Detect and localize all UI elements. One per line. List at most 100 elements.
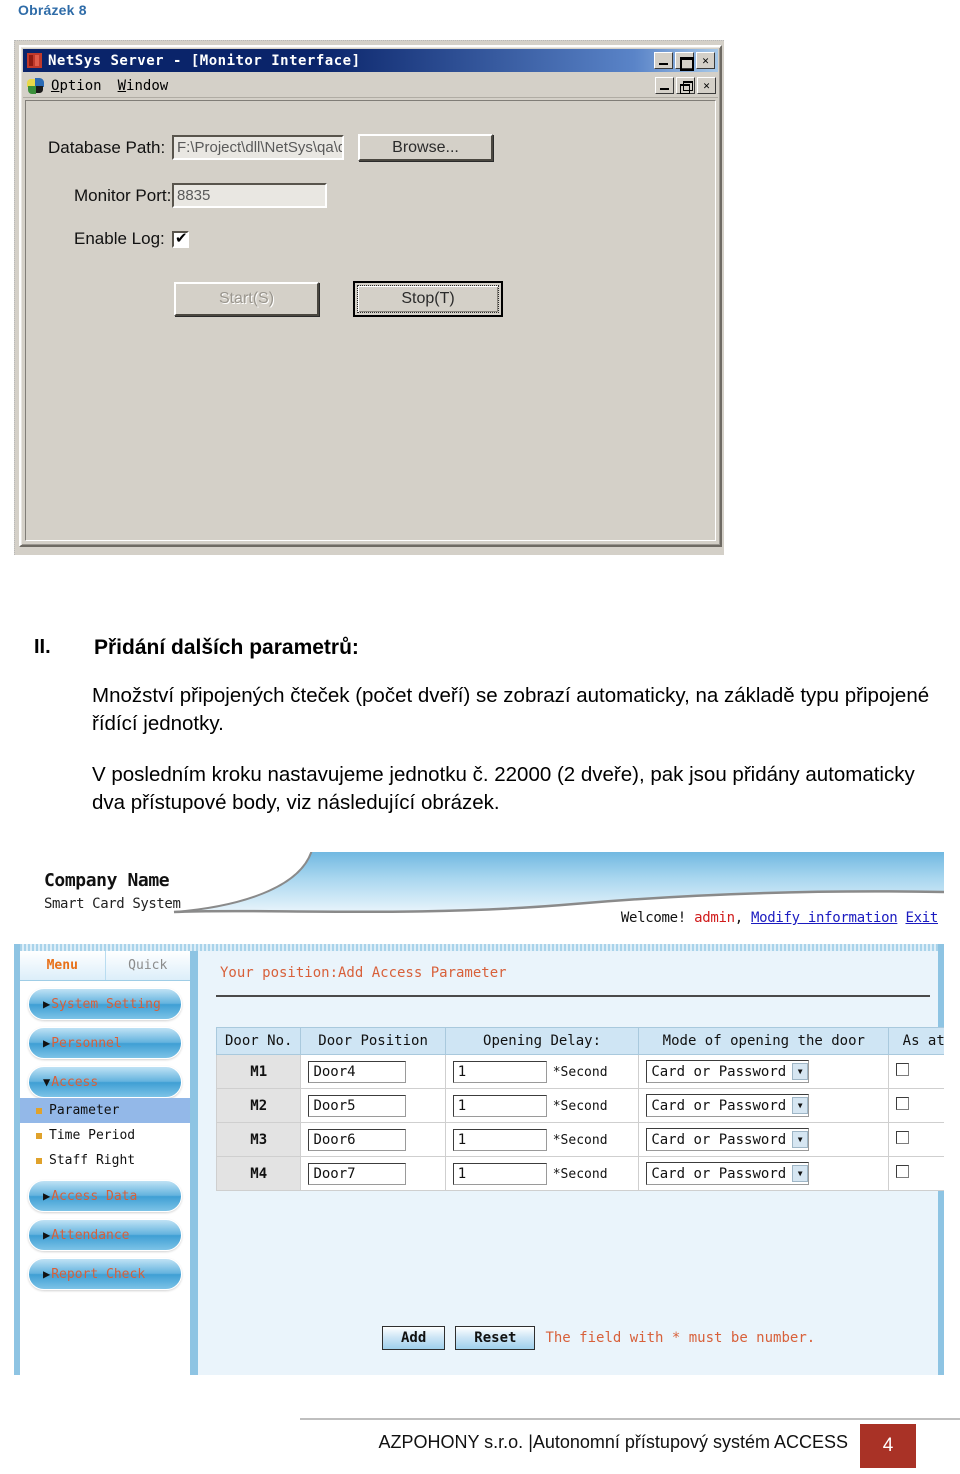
modify-information-link[interactable]: Modify information xyxy=(751,910,898,926)
mode-select-value: Card or Password xyxy=(651,1097,787,1114)
breadcrumb: Your position:Add Access Parameter xyxy=(220,965,507,981)
table-row: M1 Door4 1 *Second Card or Password ▼ xyxy=(215,1054,944,1089)
sidebar-item-parameter[interactable]: Parameter xyxy=(20,1098,190,1123)
sidebar-item-system-setting[interactable]: ▶ System Setting xyxy=(28,988,182,1020)
page-number-badge: 4 xyxy=(860,1424,916,1468)
app-logo-icon xyxy=(27,77,44,94)
form-actions: Add Reset The field with * must be numbe… xyxy=(382,1326,815,1350)
as-attendance-checkbox[interactable] xyxy=(896,1097,910,1110)
as-attendance-checkbox[interactable] xyxy=(896,1165,910,1178)
sidebar-item-attendance[interactable]: ▶ Attendance xyxy=(28,1219,182,1251)
sidebar-item-access[interactable]: ▼ Access xyxy=(28,1066,182,1098)
monitor-port-input[interactable]: 8835 xyxy=(172,183,327,208)
content-panel: Your position:Add Access Parameter Door … xyxy=(206,951,944,1375)
opening-delay-input[interactable]: 1 xyxy=(452,1162,547,1185)
as-attendance-checkbox[interactable] xyxy=(896,1063,910,1076)
welcome-bar: Welcome! admin, Modify information Exit xyxy=(621,910,938,926)
bullet-icon xyxy=(36,1132,42,1139)
tab-quick[interactable]: Quick xyxy=(104,951,190,980)
cell-as-attendance xyxy=(888,1156,944,1191)
sidebar-item-label: Attendance xyxy=(51,1227,130,1243)
door-position-input[interactable]: Door4 xyxy=(308,1060,407,1083)
sidebar-item-staff-right[interactable]: Staff Right xyxy=(20,1148,190,1173)
sidebar-item-report-check[interactable]: ▶ Report Check xyxy=(28,1258,182,1290)
figure-caption: Obrázek 8 xyxy=(18,2,87,18)
cell-mode: Card or Password ▼ xyxy=(638,1054,890,1089)
second-unit-label: *Second xyxy=(552,1064,608,1080)
monitor-port-label: Monitor Port: xyxy=(74,185,172,205)
chevron-right-icon: ▶ xyxy=(43,1189,51,1203)
enable-log-checkbox[interactable] xyxy=(172,229,189,248)
section-title: Přidání dalších parametrů: xyxy=(94,636,359,659)
mdi-window-controls: ✕ xyxy=(655,77,716,94)
mode-select[interactable]: Card or Password ▼ xyxy=(646,1162,810,1185)
opening-delay-input[interactable]: 1 xyxy=(452,1128,547,1151)
start-button[interactable]: Start(S) xyxy=(174,282,319,316)
opening-delay-input[interactable]: 1 xyxy=(452,1060,547,1083)
reset-button[interactable]: Reset xyxy=(455,1326,536,1350)
mode-select-value: Card or Password xyxy=(651,1063,787,1080)
footer-text: AZPOHONY s.r.o. |Autonomní přístupový sy… xyxy=(378,1432,848,1452)
chevron-down-icon: ▼ xyxy=(792,1131,809,1148)
minimize-button[interactable] xyxy=(654,52,673,69)
window-menubar: Option Window ✕ xyxy=(23,74,718,98)
monitor-port-row: Monitor Port: 8835 xyxy=(74,183,327,208)
section-heading: II. Přidání dalších parametrů: xyxy=(34,636,960,660)
stop-button-label: Stop(T) xyxy=(357,285,499,313)
door-position-input[interactable]: Door5 xyxy=(308,1094,407,1117)
mode-select[interactable]: Card or Password ▼ xyxy=(646,1094,810,1117)
col-opening-delay: Opening Delay: xyxy=(444,1027,640,1055)
window-controls: ✕ xyxy=(654,52,715,71)
mdi-close-button[interactable]: ✕ xyxy=(697,77,716,94)
col-door-no: Door No. xyxy=(215,1027,302,1055)
chevron-down-icon: ▼ xyxy=(792,1165,809,1182)
opening-delay-input[interactable]: 1 xyxy=(452,1094,547,1117)
stop-button[interactable]: Stop(T) xyxy=(353,281,503,317)
door-position-input[interactable]: Door6 xyxy=(308,1128,407,1151)
bullet-icon xyxy=(36,1157,42,1164)
cell-as-attendance xyxy=(888,1122,944,1157)
database-path-row: Database Path: F:\Project\dll\NetSys\qa\… xyxy=(48,134,493,161)
mode-select[interactable]: Card or Password ▼ xyxy=(646,1060,810,1083)
menu-item-option[interactable]: Option xyxy=(51,78,102,94)
sidebar: Menu Quick ▶ System Setting ▶ Personnel … xyxy=(20,951,198,1375)
table-row: M4 Door7 1 *Second Card or Password ▼ xyxy=(215,1156,944,1191)
table-row: M2 Door5 1 *Second Card or Password ▼ xyxy=(215,1088,944,1123)
chevron-right-icon: ▶ xyxy=(43,1228,51,1242)
close-button[interactable]: ✕ xyxy=(696,52,715,69)
mdi-minimize-button[interactable] xyxy=(655,77,674,94)
sidebar-item-access-data[interactable]: ▶ Access Data xyxy=(28,1180,182,1212)
col-as-attendance: As atte xyxy=(888,1027,944,1055)
form-hint: The field with * must be number. xyxy=(545,1330,816,1346)
add-button[interactable]: Add xyxy=(382,1326,446,1350)
table-row: M3 Door6 1 *Second Card or Password ▼ xyxy=(215,1122,944,1157)
second-unit-label: *Second xyxy=(552,1166,608,1182)
mdi-restore-button[interactable] xyxy=(676,77,695,94)
door-position-input[interactable]: Door7 xyxy=(308,1162,407,1185)
sidebar-tabs: Menu Quick xyxy=(20,951,190,981)
sidebar-item-personnel[interactable]: ▶ Personnel xyxy=(28,1027,182,1059)
sidebar-item-time-period[interactable]: Time Period xyxy=(20,1123,190,1148)
welcome-prefix: Welcome! xyxy=(620,910,686,926)
web-header: Company Name Smart Card System Welcome! … xyxy=(14,852,944,944)
exit-link[interactable]: Exit xyxy=(905,910,938,926)
maximize-button[interactable] xyxy=(675,52,694,71)
cell-door-no: M1 xyxy=(215,1054,302,1089)
section-number: II. xyxy=(34,636,51,658)
chevron-right-icon: ▶ xyxy=(43,997,51,1011)
sidebar-item-label: Time Period xyxy=(49,1128,136,1143)
cell-door-no: M3 xyxy=(215,1122,302,1157)
browse-button[interactable]: Browse... xyxy=(358,134,493,161)
as-attendance-checkbox[interactable] xyxy=(896,1131,910,1144)
menu-item-window[interactable]: Window xyxy=(118,78,169,94)
mode-select[interactable]: Card or Password ▼ xyxy=(646,1128,810,1151)
company-subtitle: Smart Card System xyxy=(44,896,181,912)
second-unit-label: *Second xyxy=(552,1098,608,1114)
tab-menu[interactable]: Menu xyxy=(20,951,105,980)
sidebar-item-label: System Setting xyxy=(51,996,161,1012)
cell-door-position: Door6 xyxy=(300,1122,446,1157)
database-path-input[interactable]: F:\Project\dll\NetSys\qa\data\WOEIRLKS89 xyxy=(172,135,344,160)
action-buttons-row: Start(S) Stop(T) xyxy=(174,281,503,317)
chevron-right-icon: ▶ xyxy=(43,1267,51,1281)
cell-opening-delay: 1 *Second xyxy=(444,1088,640,1123)
